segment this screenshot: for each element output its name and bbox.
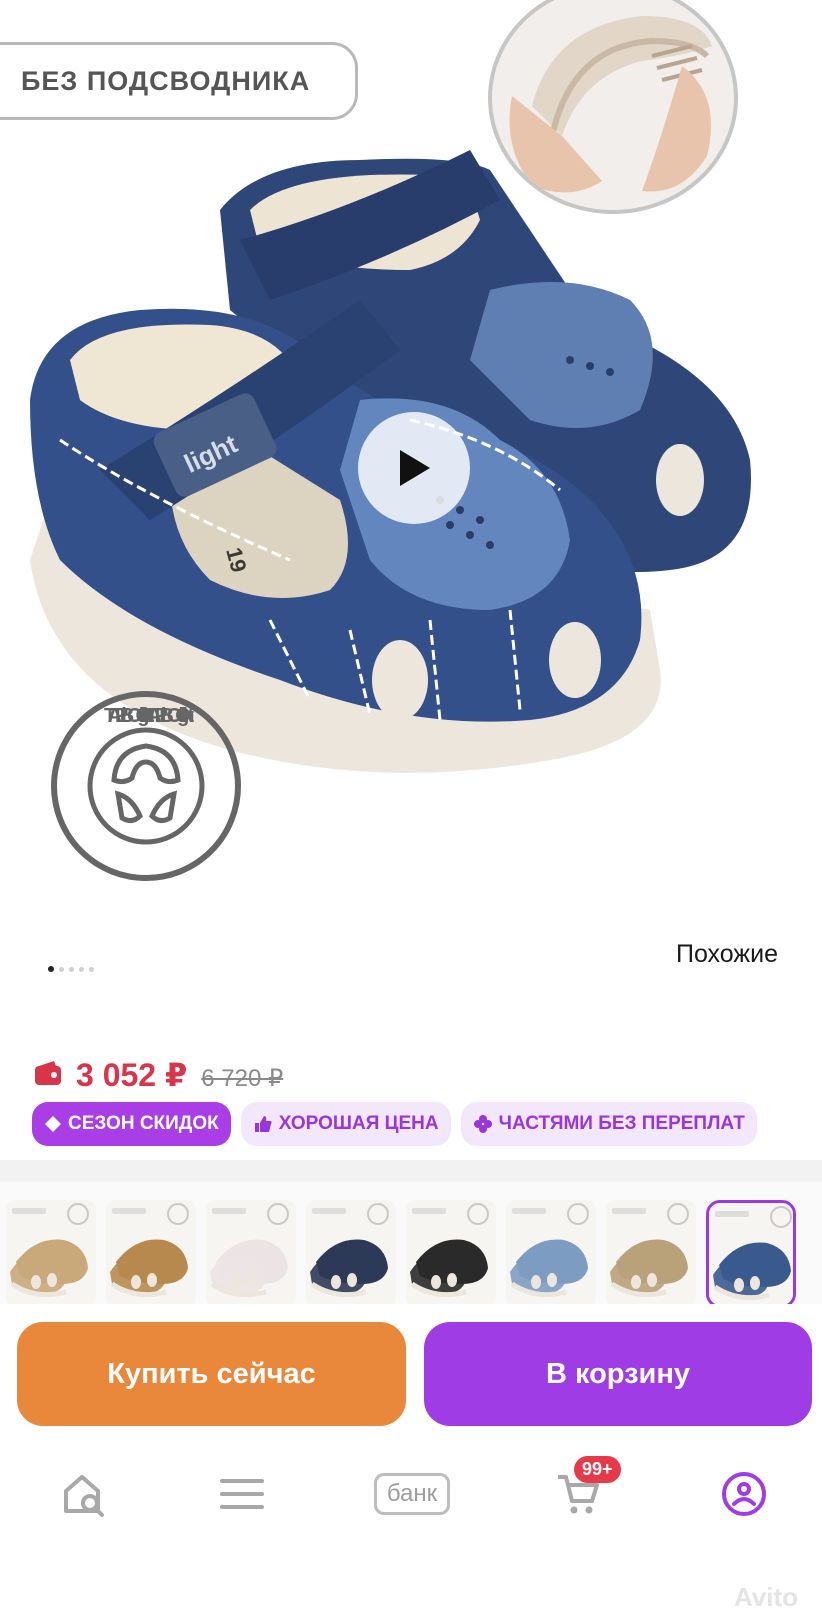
gallery-pagination — [48, 966, 94, 972]
thumbnail-image — [6, 1200, 96, 1304]
play-video-button[interactable] — [358, 412, 470, 524]
thumbnail-image — [206, 1200, 296, 1304]
bottom-navigation: банк 99+ Avito — [0, 1434, 822, 1608]
section-divider — [0, 1160, 822, 1182]
sandal-variant-sand[interactable] — [606, 1200, 696, 1304]
tag-installments[interactable]: ЧАСТЯМИ БЕЗ ПЕРЕПЛАТ — [460, 1102, 757, 1146]
add-to-cart-button[interactable]: В корзину — [424, 1322, 812, 1426]
diamond-icon — [45, 1116, 61, 1132]
tag-good-price[interactable]: ХОРОШАЯ ЦЕНА — [240, 1102, 451, 1146]
wallet-sale-icon — [35, 1061, 61, 1085]
sandal-variant-tan[interactable] — [106, 1200, 196, 1304]
nav-bank[interactable]: банк — [362, 1462, 462, 1526]
tag-label: ХОРОШАЯ ЦЕНА — [278, 1113, 439, 1134]
avito-watermark: Avito — [733, 1582, 798, 1608]
home-search-icon — [64, 1475, 104, 1517]
current-price: 3 052 ₽ — [76, 1057, 188, 1093]
purchase-actions: Купить сейчас В корзину — [0, 1304, 822, 1434]
nav-menu[interactable] — [202, 1462, 282, 1526]
product-gallery[interactable]: БЕЗ ПОДСВОДНИКА light 19 TAPiBOO · light… — [0, 0, 822, 1010]
seal-text: TAPiBOO · light · TAPiBOO · light — [104, 705, 194, 727]
bank-label: банк — [373, 1473, 451, 1515]
cart-count-badge: 99+ — [574, 1456, 621, 1483]
sandal-variant-beige-white[interactable] — [6, 1200, 96, 1304]
sandal-variant-blue[interactable] — [706, 1200, 796, 1304]
promo-tags: СЕЗОН СКИДОК ХОРОШАЯ ЦЕНА ЧАСТЯМИ БЕЗ ПЕ… — [32, 1102, 757, 1146]
nav-cart[interactable]: 99+ — [538, 1456, 621, 1526]
variant-thumbnails[interactable] — [0, 1182, 822, 1304]
thumbnail-image — [406, 1200, 496, 1304]
old-price: 6 720 ₽ — [201, 1065, 284, 1092]
clover-icon — [473, 1115, 492, 1133]
tag-label: ЧАСТЯМИ БЕЗ ПЕРЕПЛАТ — [498, 1113, 745, 1134]
tag-label: СЕЗОН СКИДОК — [68, 1113, 219, 1134]
menu-icon — [220, 1479, 264, 1509]
thumbnail-image — [606, 1200, 696, 1304]
thumbnail-image — [306, 1200, 396, 1304]
sandal-variant-light-blue[interactable] — [506, 1200, 596, 1304]
nav-profile[interactable] — [704, 1462, 784, 1526]
thumbnail-image — [106, 1200, 196, 1304]
thumbnail-image — [506, 1200, 596, 1304]
similar-items-link[interactable]: Похожие — [676, 940, 778, 969]
thumbnail-image — [709, 1203, 793, 1304]
tag-discount-season[interactable]: СЕЗОН СКИДОК — [32, 1102, 231, 1146]
sandal-variant-navy-black[interactable] — [306, 1200, 396, 1304]
no-arch-support-badge: БЕЗ ПОДСВОДНИКА — [0, 42, 358, 120]
buy-now-button[interactable]: Купить сейчас — [17, 1322, 406, 1426]
sandal-variant-white[interactable] — [206, 1200, 296, 1304]
price-section: 3 052 ₽ 6 720 ₽ СЕЗОН СКИДОК ХОРОШАЯ ЦЕН… — [0, 1010, 822, 1160]
profile-icon — [722, 1472, 766, 1516]
nav-home-search[interactable] — [44, 1462, 124, 1526]
play-icon — [400, 450, 430, 486]
sandal-variant-black[interactable] — [406, 1200, 496, 1304]
thumbs-up-icon — [254, 1116, 272, 1132]
tapiboo-light-seal: TAPiBOO · light · TAPiBOO · light — [51, 691, 241, 881]
